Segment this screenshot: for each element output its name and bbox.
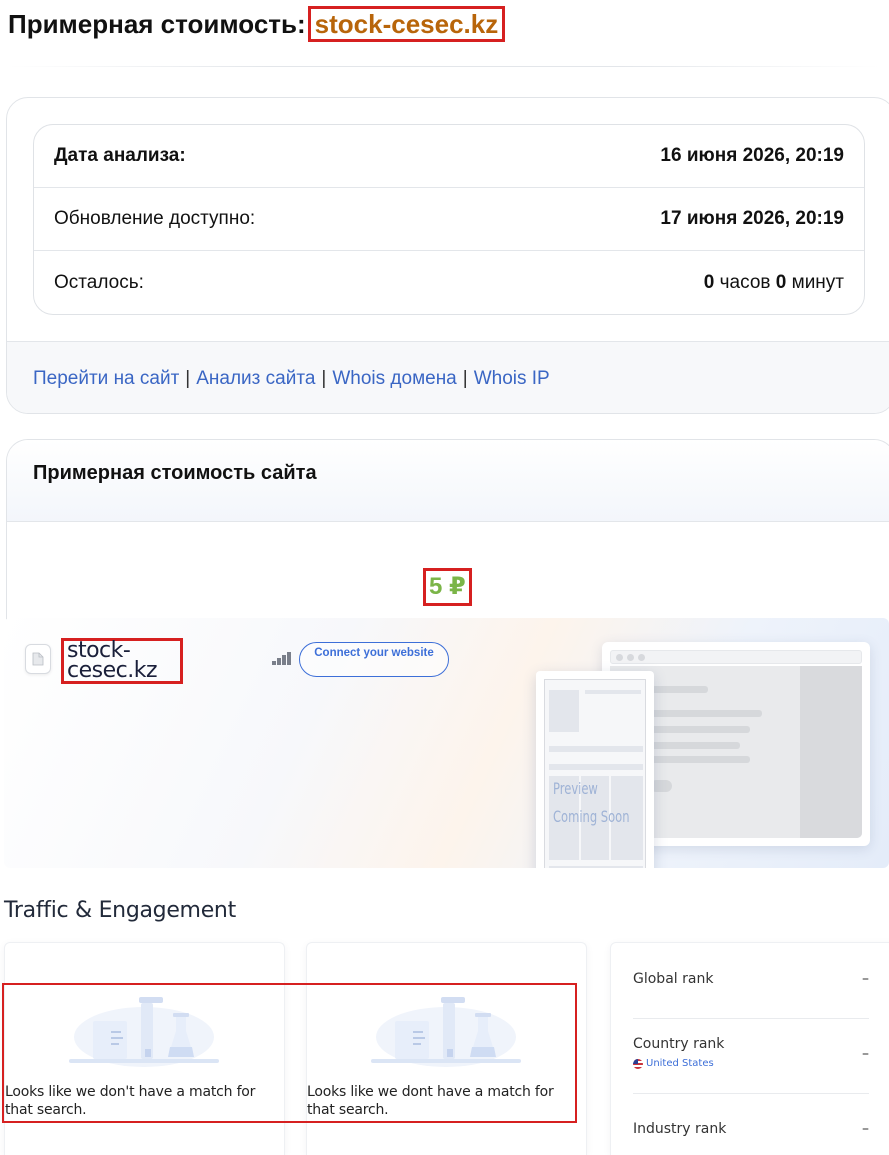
whois-ip-link[interactable]: Whois IP: [474, 368, 550, 390]
skeleton-line: [650, 710, 762, 717]
analysis-info-table: Дата анализа: 16 июня 2026, 20:19 Обновл…: [33, 124, 865, 315]
country-rank-row: Country rank – United States: [633, 1036, 869, 1069]
analysis-date-label: Дата анализа:: [54, 145, 186, 166]
skeleton-line: [650, 686, 708, 693]
skeleton-line: [650, 756, 750, 763]
valuation-card: Примерная стоимость сайта 5 ₽: [6, 439, 889, 629]
remaining-row: Осталось: 0 часов 0 минут: [34, 251, 864, 314]
update-available-value: 17 июня 2026, 20:19: [660, 208, 844, 229]
industry-rank-label: Industry rank: [633, 1121, 727, 1137]
window-dot-icon: [627, 654, 634, 661]
preview-coming-soon-label: Preview Coming Soon: [553, 775, 630, 831]
remaining-value: 0 часов 0 минут: [704, 272, 844, 294]
connect-website-button[interactable]: Connect your website: [299, 642, 449, 677]
skeleton-block: [549, 690, 579, 732]
update-available-row: Обновление доступно: 17 июня 2026, 20:19: [34, 188, 864, 251]
desktop-preview-sidebar: [800, 666, 862, 838]
rank-divider: [633, 1018, 869, 1019]
preview-label-line1: Preview: [553, 779, 598, 798]
preview-label-line2: Coming Soon: [553, 807, 630, 826]
remaining-hours: 0: [703, 271, 715, 293]
traffic-section-title: Traffic & Engagement: [4, 898, 236, 923]
site-preview-panel: stock-cesec.kz Connect your website Prev…: [4, 618, 889, 868]
update-available-label: Обновление доступно:: [54, 208, 256, 229]
rank-divider: [633, 1093, 869, 1094]
country-name: United States: [646, 1058, 714, 1069]
site-links-bar: Перейти на сайт | Анализ сайта | Whois д…: [7, 341, 889, 413]
industry-rank-row: Industry rank –: [633, 1121, 869, 1137]
no-match-message: Looks like we don't have a match for tha…: [5, 1084, 256, 1118]
page-title: Примерная стоимость: stock-cesec.kz: [8, 6, 506, 42]
traffic-card-2: Looks like we dont have a match for that…: [306, 942, 587, 1155]
skeleton-line: [650, 742, 740, 749]
empty-lab-illustration-icon: [69, 997, 219, 1067]
window-dot-icon: [616, 654, 623, 661]
skeleton-line: [549, 866, 643, 868]
signal-strength-icon: [272, 652, 291, 665]
remaining-minutes-unit: минут: [791, 271, 844, 293]
browser-bar: [610, 650, 862, 664]
domain-name-highlight: stock-cesec.kz: [307, 6, 506, 42]
site-price-value: 5 ₽: [423, 568, 472, 606]
mobile-preview-screen: Preview Coming Soon: [544, 679, 646, 868]
skeleton-line: [650, 726, 750, 733]
link-separator: |: [185, 367, 191, 389]
site-analysis-link[interactable]: Анализ сайта: [196, 368, 315, 390]
global-rank-row: Global rank –: [633, 971, 869, 987]
global-rank-label: Global rank: [633, 971, 714, 987]
page-title-prefix: Примерная стоимость:: [8, 9, 306, 39]
country-selector[interactable]: United States: [633, 1058, 869, 1069]
analysis-date-row: Дата анализа: 16 июня 2026, 20:19: [34, 125, 864, 188]
country-rank-label: Country rank: [633, 1036, 725, 1052]
remaining-label: Осталось:: [54, 271, 144, 293]
preview-site-name: stock-cesec.kz: [61, 638, 183, 684]
skeleton-line: [549, 746, 643, 752]
analysis-card: Дата анализа: 16 июня 2026, 20:19 Обновл…: [6, 97, 889, 414]
global-rank-value: –: [862, 971, 869, 987]
go-to-site-link[interactable]: Перейти на сайт: [33, 368, 179, 390]
valuation-card-title: Примерная стоимость сайта: [7, 440, 889, 522]
link-separator: |: [462, 367, 468, 389]
skeleton-line: [585, 690, 641, 694]
analysis-date-value: 16 июня 2026, 20:19: [660, 145, 844, 166]
us-flag-icon: [633, 1058, 643, 1069]
rank-card: Global rank – Country rank – United Stat…: [610, 942, 889, 1155]
document-icon: [25, 644, 51, 674]
mobile-preview-placeholder: Preview Coming Soon: [536, 671, 654, 868]
whois-domain-link[interactable]: Whois домена: [332, 368, 456, 390]
remaining-minutes: 0: [775, 271, 787, 293]
no-match-message: Looks like we dont have a match for that…: [307, 1084, 554, 1118]
remaining-hours-unit: часов: [719, 271, 771, 293]
industry-rank-value: –: [862, 1121, 869, 1137]
traffic-card-1: Looks like we don't have a match for tha…: [4, 942, 285, 1155]
skeleton-line: [549, 764, 643, 770]
window-dot-icon: [638, 654, 645, 661]
link-separator: |: [321, 367, 327, 389]
empty-lab-illustration-icon: [371, 997, 521, 1067]
title-divider: [8, 66, 880, 67]
country-rank-value: –: [862, 1046, 869, 1062]
